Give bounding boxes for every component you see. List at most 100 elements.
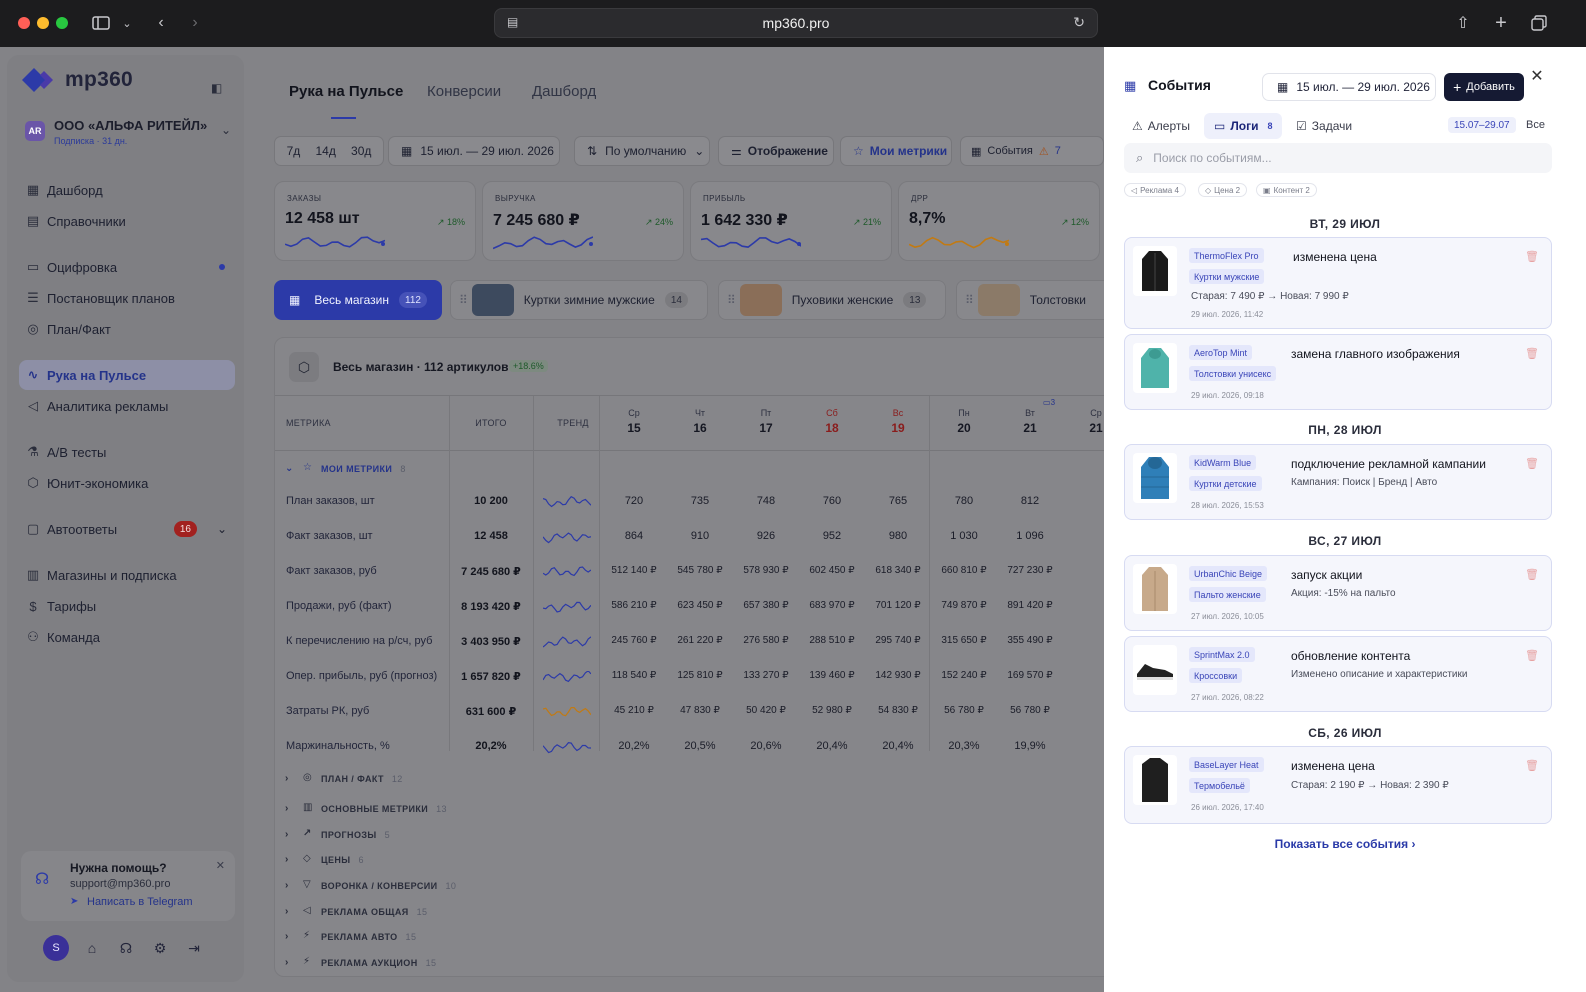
sidebar-item-autoreplies[interactable]: ▢ Автоответы 16 ⌄: [19, 514, 235, 544]
period-14d[interactable]: 14д: [315, 144, 335, 158]
event-marker[interactable]: ▭3: [1043, 398, 1055, 407]
trash-icon[interactable]: 🗑: [1525, 568, 1539, 581]
sidebar-item-dashboard[interactable]: ▦ Дашборд: [19, 175, 235, 205]
tab-conversions[interactable]: Конверсии: [427, 83, 501, 100]
table-row[interactable]: Факт заказов, руб 7 245 680 ₽ 512 140 ₽ 545…: [275, 554, 1123, 589]
sidebar-item-stores[interactable]: ▥ Магазины и подписка: [19, 560, 235, 590]
events-search[interactable]: ⌕ Поиск по событиям...: [1124, 143, 1552, 173]
table-row[interactable]: Маржинальность, % 20,2% 20,2% 20,5% 20,6% 20,…: [275, 729, 1123, 764]
date-range-picker[interactable]: ▦ 15 июл. — 29 июл. 2026: [388, 136, 560, 166]
show-all-events-link[interactable]: Показать все события ›: [1104, 837, 1586, 851]
logout-icon[interactable]: ⇥: [183, 937, 205, 959]
avatar[interactable]: S: [43, 935, 69, 961]
close-window-button[interactable]: [18, 17, 30, 29]
kpi-card-orders[interactable]: ЗАКАЗЫ 12 458 шт ↗ 18%: [274, 181, 476, 261]
period-30d[interactable]: 30д: [351, 144, 371, 158]
segment-hoodies[interactable]: ⠿ Толстовки: [956, 280, 1116, 320]
sidebar-item-ab-tests[interactable]: ⚗ А/В тесты: [19, 437, 235, 467]
segment-men-winter-jackets[interactable]: ⠿ Куртки зимние мужские 14: [450, 280, 708, 320]
tab-dashboard[interactable]: Дашборд: [532, 83, 596, 100]
tab-tasks[interactable]: ☑ Задачи: [1296, 113, 1352, 139]
add-event-button[interactable]: + Добавить: [1444, 73, 1524, 101]
kpi-card-drr[interactable]: ДРР 8,7% ↗ 12%: [898, 181, 1100, 261]
address-bar[interactable]: ▤ mp360.pro ↻: [494, 8, 1098, 38]
minimize-window-button[interactable]: [37, 17, 49, 29]
event-card[interactable]: ThermoFlex Pro Куртки мужские изменена ц…: [1124, 237, 1552, 329]
sidebar-item-team[interactable]: ⚇ Команда: [19, 622, 235, 652]
table-row[interactable]: Факт заказов, шт 12 458 864 910 926 952 980 1 0…: [275, 519, 1123, 554]
sort-select[interactable]: ⇅ По умолчанию ⌄: [574, 136, 710, 166]
tab-pulse[interactable]: Рука на Пульсе: [289, 83, 403, 100]
table-row[interactable]: Опер. прибыль, руб (прогноз) 1 657 820 ₽ 1…: [275, 659, 1123, 694]
display-button[interactable]: ⚌ Отображение: [718, 136, 834, 166]
my-metrics-button[interactable]: ☆ Мои метрики: [840, 136, 952, 166]
help-telegram-link[interactable]: Написать в Telegram: [87, 896, 193, 908]
trash-icon[interactable]: 🗑: [1525, 649, 1539, 662]
event-card[interactable]: BaseLayer Heat Термобельё изменена цена …: [1124, 746, 1552, 824]
share-icon[interactable]: ⇧: [1452, 12, 1474, 34]
sidebar-item-plan-fact[interactable]: ◎ План/Факт: [19, 314, 235, 344]
sidebar-item-planner[interactable]: ☰ Постановщик планов: [19, 283, 235, 313]
tab-alerts[interactable]: ⚠ Алерты: [1132, 113, 1190, 139]
group-row[interactable]: › ◎ ПЛАН / ФАКТ 12: [275, 766, 1123, 792]
event-card[interactable]: KidWarm Blue Куртки детские подключение …: [1124, 444, 1552, 520]
tab-logs[interactable]: ▭ Логи 8: [1204, 113, 1283, 139]
close-icon[interactable]: ✕: [216, 859, 225, 872]
panel-date-range[interactable]: ▦ 15 июл. — 29 июл. 2026: [1262, 73, 1436, 101]
event-card[interactable]: SprintMax 2.0 Кроссовки обновление конте…: [1124, 636, 1552, 712]
new-tab-icon[interactable]: +: [1490, 12, 1512, 34]
tabs-overview-icon[interactable]: [1528, 12, 1550, 34]
drag-handle-icon[interactable]: ⠿: [727, 293, 736, 307]
collapse-sidebar-icon[interactable]: ◧: [211, 81, 222, 95]
group-row[interactable]: › ◁ РЕКЛАМА ОБЩАЯ 15: [275, 899, 1123, 925]
help-email[interactable]: support@mp360.pro: [70, 878, 170, 890]
back-icon[interactable]: ‹: [150, 12, 172, 34]
logo[interactable]: mp360: [21, 67, 133, 93]
sidebar-item-references[interactable]: ▤ Справочники: [19, 206, 235, 236]
table-row[interactable]: К перечислению на р/сч, руб 3 403 950 ₽ 24…: [275, 624, 1123, 659]
event-card[interactable]: AeroTop Mint Толстовки унисекс замена гл…: [1124, 334, 1552, 410]
drag-handle-icon[interactable]: ⠿: [965, 293, 974, 307]
group-row[interactable]: › ⚡ РЕКЛАМА АУКЦИОН 15: [275, 950, 1123, 976]
chevron-down-icon[interactable]: ⌄: [116, 12, 138, 34]
sidebar-item-unit-economics[interactable]: ⬡ Юнит-экономика: [19, 468, 235, 498]
headset-icon[interactable]: ☊: [115, 937, 137, 959]
reload-icon[interactable]: ↻: [1073, 14, 1085, 31]
org-switcher[interactable]: AR ООО «АЛЬФА РИТЕЙЛ» Подписка · 31 дн. …: [21, 115, 235, 155]
chip-content[interactable]: ▣ Контент 2: [1256, 183, 1317, 197]
trash-icon[interactable]: 🗑: [1525, 250, 1539, 263]
group-row[interactable]: › ▽ ВОРОНКА / КОНВЕРСИИ 10: [275, 873, 1123, 899]
group-row[interactable]: › ▥ ОСНОВНЫЕ МЕТРИКИ 13: [275, 796, 1123, 822]
segment-women-down-jackets[interactable]: ⠿ Пуховики женские 13: [718, 280, 946, 320]
forward-icon[interactable]: ›: [184, 12, 206, 34]
group-row[interactable]: › ◇ ЦЕНЫ 6: [275, 847, 1123, 873]
zoom-window-button[interactable]: [56, 17, 68, 29]
segment-whole-store[interactable]: ▦ Весь магазин 112: [274, 280, 442, 320]
group-my-metrics[interactable]: ⌄ ☆ МОИ МЕТРИКИ 8: [275, 456, 1123, 482]
graduation-cap-icon[interactable]: ⌂: [81, 937, 103, 959]
sidebar-item-ad-analytics[interactable]: ◁ Аналитика рекламы: [19, 391, 235, 421]
group-row[interactable]: › ⚡ РЕКЛАМА АВТО 15: [275, 924, 1123, 950]
close-panel-button[interactable]: ✕: [1526, 65, 1548, 87]
trash-icon[interactable]: 🗑: [1525, 457, 1539, 470]
chip-price[interactable]: ◇ Цена 2: [1198, 183, 1248, 197]
site-settings-icon[interactable]: ▤: [507, 15, 518, 29]
table-row[interactable]: Продажи, руб (факт) 8 193 420 ₽ 586 210 ₽ 6…: [275, 589, 1123, 624]
table-row[interactable]: Затраты РК, руб 631 600 ₽ 45 210 ₽ 47 830 ₽…: [275, 694, 1123, 729]
period-7d[interactable]: 7д: [287, 144, 301, 158]
kpi-card-revenue[interactable]: ВЫРУЧКА 7 245 680 ₽ ↗ 24%: [482, 181, 684, 261]
sidebar-item-digitization[interactable]: ▭ Оцифровка: [19, 252, 235, 282]
group-row[interactable]: › ↗ ПРОГНОЗЫ 5: [275, 822, 1123, 848]
event-card[interactable]: UrbanChic Beige Пальто женские запуск ак…: [1124, 555, 1552, 631]
sidebar-item-tariffs[interactable]: $ Тарифы: [19, 591, 235, 621]
table-row[interactable]: План заказов, шт 10 200 720 735 748 760 765 780…: [275, 484, 1123, 519]
kpi-card-profit[interactable]: ПРИБЫЛЬ 1 642 330 ₽ ↗ 21%: [690, 181, 892, 261]
sidebar-toggle-icon[interactable]: [90, 12, 112, 34]
trash-icon[interactable]: 🗑: [1525, 347, 1539, 360]
drag-handle-icon[interactable]: ⠿: [459, 293, 468, 307]
filter-all[interactable]: Все: [1526, 119, 1545, 131]
events-button[interactable]: ▦ События ⚠ 7: [960, 136, 1104, 166]
range-chip[interactable]: 15.07–29.07: [1448, 117, 1516, 133]
sidebar-item-pulse[interactable]: ∿ Рука на Пульсе: [19, 360, 235, 390]
chip-ads[interactable]: ◁ Реклама 4: [1124, 183, 1186, 197]
